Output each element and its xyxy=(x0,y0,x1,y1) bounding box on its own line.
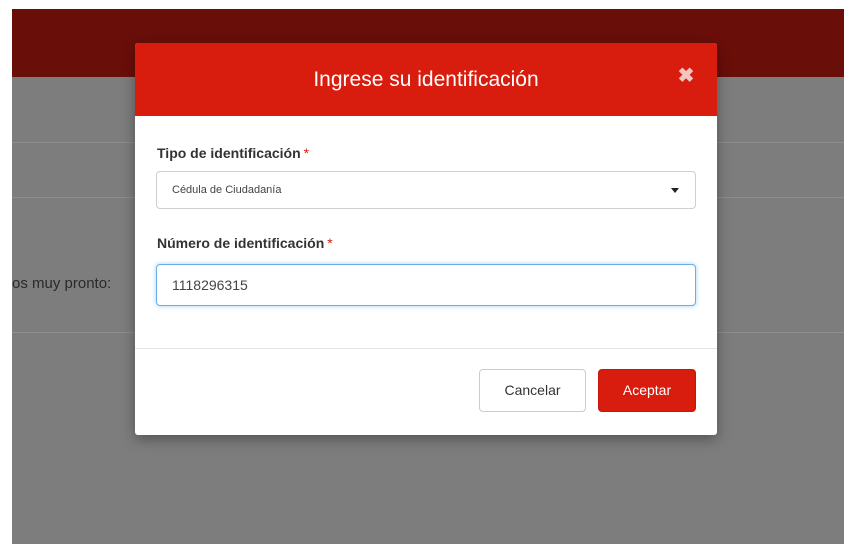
required-mark: * xyxy=(327,235,333,251)
background-message: os muy pronto: xyxy=(12,275,112,292)
close-icon[interactable]: ✖ xyxy=(673,63,699,89)
modal-footer-divider xyxy=(135,348,717,349)
cancel-button[interactable]: Cancelar xyxy=(479,369,586,412)
id-type-label-text: Tipo de identificación xyxy=(157,145,301,161)
required-mark: * xyxy=(303,145,310,161)
modal-title: Ingrese su identificación xyxy=(313,68,539,91)
id-type-selected-value: Cédula de Ciudadanía xyxy=(172,184,282,196)
identification-modal: Ingrese su identificación ✖ Tipo de iden… xyxy=(135,43,717,435)
id-number-label-text: Número de identificación xyxy=(157,235,325,251)
chevron-down-icon xyxy=(671,188,679,193)
accept-button[interactable]: Aceptar xyxy=(598,369,696,412)
id-type-label: Tipo de identificación * xyxy=(157,145,309,161)
id-number-label: Número de identificación * xyxy=(157,235,333,251)
modal-header: Ingrese su identificación ✖ xyxy=(135,43,717,116)
page: os muy pronto: Ingrese su identificación… xyxy=(0,0,844,544)
id-number-input[interactable] xyxy=(156,264,696,306)
id-type-select[interactable]: Cédula de Ciudadanía xyxy=(156,171,696,209)
